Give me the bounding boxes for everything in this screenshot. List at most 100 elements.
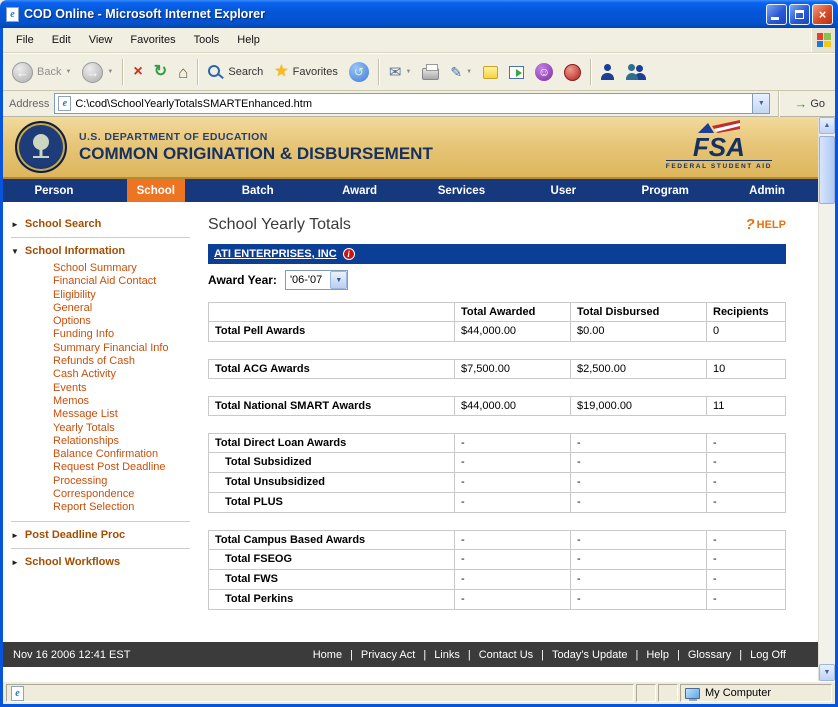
table-cell: 0 — [707, 322, 786, 342]
sidebar-section-school-information[interactable]: ▼ School Information — [9, 241, 200, 261]
sidebar-link[interactable]: General — [53, 302, 200, 315]
nav-item-user[interactable]: User — [512, 179, 614, 202]
sidebar-link[interactable]: Report Selection — [53, 501, 200, 514]
menu-tools[interactable]: Tools — [185, 30, 229, 50]
mail-button[interactable]: ✉ ▼ — [384, 56, 417, 88]
smiley-icon: ☺ — [535, 63, 553, 81]
discuss-button[interactable] — [478, 56, 503, 88]
sidebar-divider — [11, 521, 190, 522]
sidebar-link[interactable]: Cash Activity — [53, 368, 200, 381]
address-bar: Address e ▼ → Go — [3, 91, 835, 117]
edit-dropdown-icon[interactable]: ▼ — [466, 69, 472, 75]
footer-link-links[interactable]: Links — [434, 649, 460, 661]
sidebar-link[interactable]: Refunds of Cash — [53, 355, 200, 368]
contact-button[interactable] — [596, 56, 620, 88]
menu-help[interactable]: Help — [228, 30, 269, 50]
minimize-button[interactable] — [766, 4, 787, 25]
scroll-up-button[interactable]: ▲ — [819, 117, 835, 134]
menu-favorites[interactable]: Favorites — [121, 30, 184, 50]
nav-item-batch[interactable]: Batch — [207, 179, 309, 202]
mail-dropdown-icon[interactable]: ▼ — [405, 69, 411, 75]
close-button[interactable]: × — [812, 4, 833, 25]
sidebar-link[interactable]: Summary Financial Info — [53, 342, 200, 355]
sidebar-link[interactable]: Processing — [53, 475, 200, 488]
sidebar-section-school-search[interactable]: ► School Search — [9, 214, 200, 234]
title-bar[interactable]: e COD Online - Microsoft Internet Explor… — [0, 0, 838, 28]
sidebar-link[interactable]: Correspondence — [53, 488, 200, 501]
nav-item-admin[interactable]: Admin — [716, 179, 818, 202]
nav-item-services[interactable]: Services — [411, 179, 513, 202]
sidebar-link[interactable]: Relationships — [53, 435, 200, 448]
nav-item-program[interactable]: Program — [614, 179, 716, 202]
nav-item-school[interactable]: School — [105, 179, 207, 202]
award-year-row: Award Year: '06-'07 ▼ — [208, 270, 786, 290]
footer-link-home[interactable]: Home — [313, 649, 342, 661]
school-name-link[interactable]: ATI ENTERPRISES, INC — [214, 248, 337, 260]
sidebar-section-post-deadline[interactable]: ► Post Deadline Proc — [9, 525, 200, 545]
sidebar-link[interactable]: Balance Confirmation — [53, 448, 200, 461]
status-panel-blank — [636, 684, 656, 702]
footer-link-help[interactable]: Help — [646, 649, 669, 661]
refresh-button[interactable]: ↻ — [149, 56, 172, 88]
media-button[interactable] — [559, 56, 586, 88]
favorites-button[interactable]: ★ Favorites — [269, 56, 343, 88]
award-year-select[interactable]: '06-'07 ▼ — [285, 270, 348, 290]
media-icon — [564, 64, 581, 81]
forward-button[interactable]: → ▼ — [77, 56, 118, 88]
vertical-scrollbar[interactable]: ▲ ▼ — [818, 117, 835, 681]
sidebar-link[interactable]: Memos — [53, 395, 200, 408]
sidebar-link[interactable]: Funding Info — [53, 328, 200, 341]
address-input[interactable] — [75, 94, 748, 113]
menu-view[interactable]: View — [80, 30, 122, 50]
go-button[interactable]: → Go — [788, 96, 831, 111]
scrollbar-track[interactable] — [819, 134, 835, 664]
print-button[interactable] — [417, 56, 444, 88]
forward-dropdown-icon[interactable]: ▼ — [107, 69, 113, 75]
sidebar-link[interactable]: Options — [53, 315, 200, 328]
menu-edit[interactable]: Edit — [43, 30, 80, 50]
table-row: Total Subsidized - - - — [208, 453, 786, 473]
maximize-button[interactable] — [789, 4, 810, 25]
scrollbar-thumb[interactable] — [819, 136, 835, 204]
stop-button[interactable]: × — [128, 56, 147, 88]
table-cell: - — [571, 473, 707, 493]
nav-item-person[interactable]: Person — [3, 179, 105, 202]
footer-link-privacy-act[interactable]: Privacy Act — [361, 649, 415, 661]
home-button[interactable]: ⌂ — [173, 56, 193, 88]
edit-button[interactable]: ✎ ▼ — [445, 56, 477, 88]
back-button[interactable]: ← Back ▼ — [7, 56, 76, 88]
sidebar-link[interactable]: Message List — [53, 408, 200, 421]
sidebar-link[interactable]: Financial Aid Contact — [53, 275, 200, 288]
footer-link-glossary[interactable]: Glossary — [688, 649, 731, 661]
sidebar-divider — [11, 548, 190, 549]
footer-link-log-off[interactable]: Log Off — [750, 649, 786, 661]
sidebar-link[interactable]: Eligibility — [53, 289, 200, 302]
info-icon[interactable]: i — [343, 248, 355, 260]
nav-item-award[interactable]: Award — [309, 179, 411, 202]
site-banner: U.S. DEPARTMENT OF EDUCATION COMMON ORIG… — [3, 117, 818, 179]
sidebar-link[interactable]: Events — [53, 382, 200, 395]
history-button[interactable]: ↺ — [344, 56, 374, 88]
help-link[interactable]: ? HELP — [745, 216, 786, 233]
launch-button[interactable] — [504, 56, 529, 88]
sidebar-link[interactable]: Request Post Deadline — [53, 461, 200, 474]
community-button[interactable] — [621, 56, 653, 88]
table-row: Total PLUS - - - — [208, 493, 786, 513]
table-cell: - — [707, 493, 786, 513]
table-row: Total FWS - - - — [208, 570, 786, 590]
footer-link-contact-us[interactable]: Contact Us — [479, 649, 533, 661]
address-dropdown-button[interactable]: ▼ — [752, 94, 769, 113]
scroll-down-button[interactable]: ▼ — [819, 664, 835, 681]
back-dropdown-icon[interactable]: ▼ — [65, 69, 71, 75]
sidebar-section-school-workflows[interactable]: ► School Workflows — [9, 552, 200, 572]
select-dropdown-button[interactable]: ▼ — [330, 271, 347, 289]
search-button[interactable]: Search — [203, 56, 268, 88]
footer-divider: | — [468, 649, 471, 661]
footer-link-todays-update[interactable]: Today's Update — [552, 649, 627, 661]
messenger-button[interactable]: ☺ — [530, 56, 558, 88]
sidebar-link-yearly-totals[interactable]: Yearly Totals — [53, 422, 200, 435]
sidebar-link[interactable]: School Summary — [53, 262, 200, 275]
menu-file[interactable]: File — [7, 30, 43, 50]
table-cell: - — [455, 493, 571, 513]
table-group-smart: Total National SMART Awards $44,000.00 $… — [208, 396, 786, 416]
